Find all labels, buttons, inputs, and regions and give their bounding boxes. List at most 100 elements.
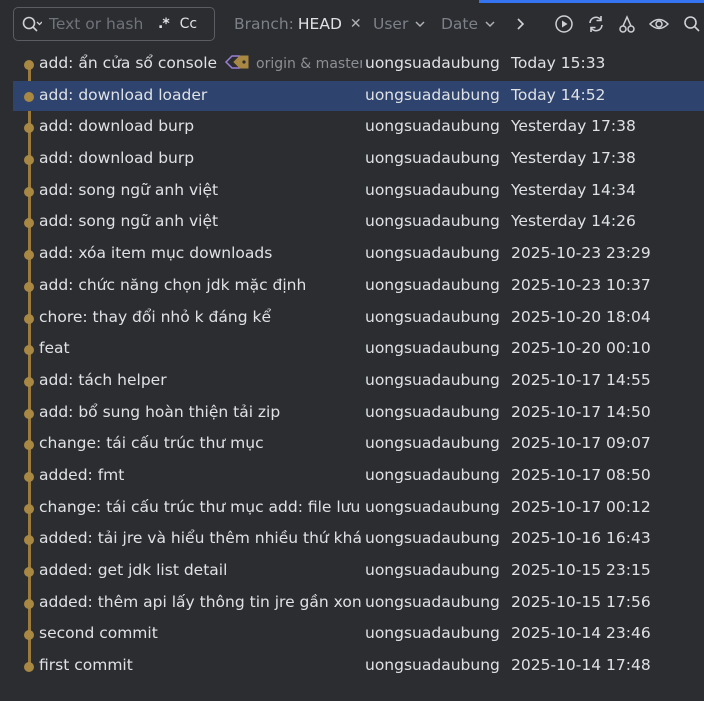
commit-date: 2025-10-14 17:48	[511, 656, 651, 675]
branch-filter-label: Branch:	[234, 15, 294, 33]
commit-author: uongsuadaubung	[365, 497, 500, 516]
clear-branch-filter-icon[interactable]: ✕	[350, 16, 362, 32]
commit-message: add: song ngữ anh việt	[39, 180, 219, 199]
commit-author: uongsuadaubung	[365, 592, 500, 611]
commit-row[interactable]: feat uongsuadaubung 2025-10-20 00:10	[0, 334, 704, 366]
match-case-toggle[interactable]: Cc	[180, 16, 197, 32]
commit-message: added: tải jre và hiểu thêm nhiều thứ kh…	[39, 529, 362, 548]
commit-node	[24, 630, 34, 641]
commit-message: first commit	[39, 656, 133, 675]
commit-row[interactable]: add: ẩn cửa sổ console origin & master uo…	[0, 49, 704, 81]
commit-author: uongsuadaubung	[365, 339, 500, 358]
commit-node	[24, 281, 34, 292]
commit-date: 2025-10-15 23:15	[511, 561, 651, 579]
commit-row[interactable]: chore: thay đổi nhỏ k đáng kể uongsuadaub…	[0, 303, 704, 335]
commit-node	[24, 471, 34, 482]
commit-date: 2025-10-16 16:43	[511, 529, 651, 548]
commit-list: add: ẩn cửa sổ console origin & master uo…	[0, 49, 704, 683]
commit-node	[24, 535, 34, 546]
commit-row[interactable]: add: download burp uongsuadaubung Yesterda…	[0, 144, 704, 176]
commit-author: uongsuadaubung	[365, 402, 500, 421]
commit-row[interactable]: change: tái cấu trúc thư mục uongsuadaubu…	[0, 429, 704, 461]
commit-row[interactable]: second commit uongsuadaubung 2025-10-14 23…	[0, 619, 704, 651]
commit-message: feat	[39, 339, 70, 358]
commit-row[interactable]: add: song ngữ anh việt uongsuadaubung Yest…	[0, 207, 704, 239]
refresh-icon[interactable]	[586, 14, 606, 34]
commit-message: add: chức năng chọn jdk mặc định	[39, 275, 307, 294]
tag-icon	[224, 55, 249, 69]
commit-node	[24, 218, 34, 229]
commit-author: uongsuadaubung	[365, 656, 500, 675]
log-toolbar: .* Cc Branch: HEAD ✕ User Date	[0, 0, 704, 50]
commit-author: uongsuadaubung	[365, 85, 500, 104]
commit-author: uongsuadaubung	[365, 54, 500, 72]
commit-date: 2025-10-17 14:50	[511, 402, 651, 421]
commit-node	[24, 662, 34, 673]
commit-author: uongsuadaubung	[365, 212, 500, 231]
commit-message: add: download loader	[39, 85, 208, 104]
search-history-icon[interactable]	[20, 13, 42, 35]
commit-date: 2025-10-17 14:55	[511, 370, 651, 389]
commit-date: 2025-10-17 00:12	[511, 497, 651, 516]
user-filter[interactable]: User	[373, 15, 426, 33]
commit-message: add: download burp	[39, 117, 195, 136]
commit-author: uongsuadaubung	[365, 370, 500, 389]
search-box[interactable]: .* Cc	[13, 7, 215, 41]
commit-node	[24, 60, 34, 70]
commit-row[interactable]: add: chức năng chọn jdk mặc định uongsuad…	[0, 271, 704, 303]
commit-node	[24, 503, 34, 514]
commit-date: Yesterday 14:26	[511, 212, 636, 231]
run-icon[interactable]	[554, 14, 574, 34]
commit-author: uongsuadaubung	[365, 561, 500, 579]
commit-node	[24, 313, 34, 324]
commit-row[interactable]: add: bổ sung hoàn thiện tải zip uongsuada…	[0, 398, 704, 430]
active-indicator	[479, 0, 704, 3]
chevron-down-icon	[415, 21, 425, 28]
commit-row[interactable]: added: tải jre và hiểu thêm nhiều thứ kh…	[0, 524, 704, 556]
commit-node	[24, 567, 34, 577]
commit-node	[24, 155, 34, 166]
commit-row[interactable]: added: get jdk list detail uongsuadaubung…	[0, 556, 704, 588]
commit-date: 2025-10-23 23:29	[511, 244, 651, 263]
commit-message: added: fmt	[39, 465, 125, 484]
commit-date: Yesterday 17:38	[511, 117, 636, 136]
branch-filter[interactable]: Branch: HEAD ✕	[234, 15, 362, 33]
commit-row[interactable]: added: fmt uongsuadaubung 2025-10-17 08:50	[0, 461, 704, 493]
commit-node	[24, 123, 34, 134]
commit-date: 2025-10-20 18:04	[511, 307, 651, 326]
commit-message: added: get jdk list detail	[39, 561, 228, 579]
commit-author: uongsuadaubung	[365, 149, 500, 168]
search-input[interactable]	[49, 15, 154, 33]
commit-date: Today 14:52	[511, 85, 606, 104]
commit-date: 2025-10-20 00:10	[511, 339, 651, 358]
cherry-pick-icon[interactable]	[617, 14, 637, 34]
date-filter-label: Date	[441, 15, 479, 33]
commit-message: add: ẩn cửa sổ console origin & master	[39, 54, 362, 72]
commit-author: uongsuadaubung	[365, 529, 500, 548]
commit-row[interactable]: added: thêm api lấy thông tin jre gần xo…	[0, 588, 704, 620]
commit-node	[24, 408, 34, 419]
commit-row[interactable]: add: xóa item mục downloads uongsuadaubun…	[0, 239, 704, 271]
regex-toggle[interactable]: .*	[158, 16, 170, 32]
user-filter-label: User	[373, 15, 409, 33]
commit-row[interactable]: add: song ngữ anh việt uongsuadaubung Yest…	[0, 176, 704, 208]
commit-row[interactable]: first commit uongsuadaubung 2025-10-14 17:…	[0, 651, 704, 683]
commit-row[interactable]: add: tách helper uongsuadaubung 2025-10-17…	[0, 366, 704, 398]
commit-node	[24, 345, 34, 356]
commit-message: change: tái cấu trúc thư mục add: file l…	[39, 497, 362, 516]
commit-date: 2025-10-23 10:37	[511, 275, 651, 294]
search-icon[interactable]	[682, 14, 702, 34]
date-filter[interactable]: Date	[441, 15, 496, 33]
commit-refs: origin & master	[256, 56, 362, 72]
chevron-right-icon[interactable]	[511, 14, 531, 34]
eye-icon[interactable]	[649, 14, 669, 34]
commit-row[interactable]: add: download loader uongsuadaubung Today …	[0, 80, 704, 113]
commit-row[interactable]: change: tái cấu trúc thư mục add: file l…	[0, 493, 704, 525]
commit-message: add: song ngữ anh việt	[39, 212, 219, 231]
commit-row[interactable]: add: download burp uongsuadaubung Yesterda…	[0, 112, 704, 144]
commit-author: uongsuadaubung	[365, 180, 500, 199]
commit-message: add: bổ sung hoàn thiện tải zip	[39, 402, 281, 421]
commit-author: uongsuadaubung	[365, 117, 500, 136]
commit-date: 2025-10-15 17:56	[511, 592, 651, 611]
commit-node	[24, 250, 34, 261]
